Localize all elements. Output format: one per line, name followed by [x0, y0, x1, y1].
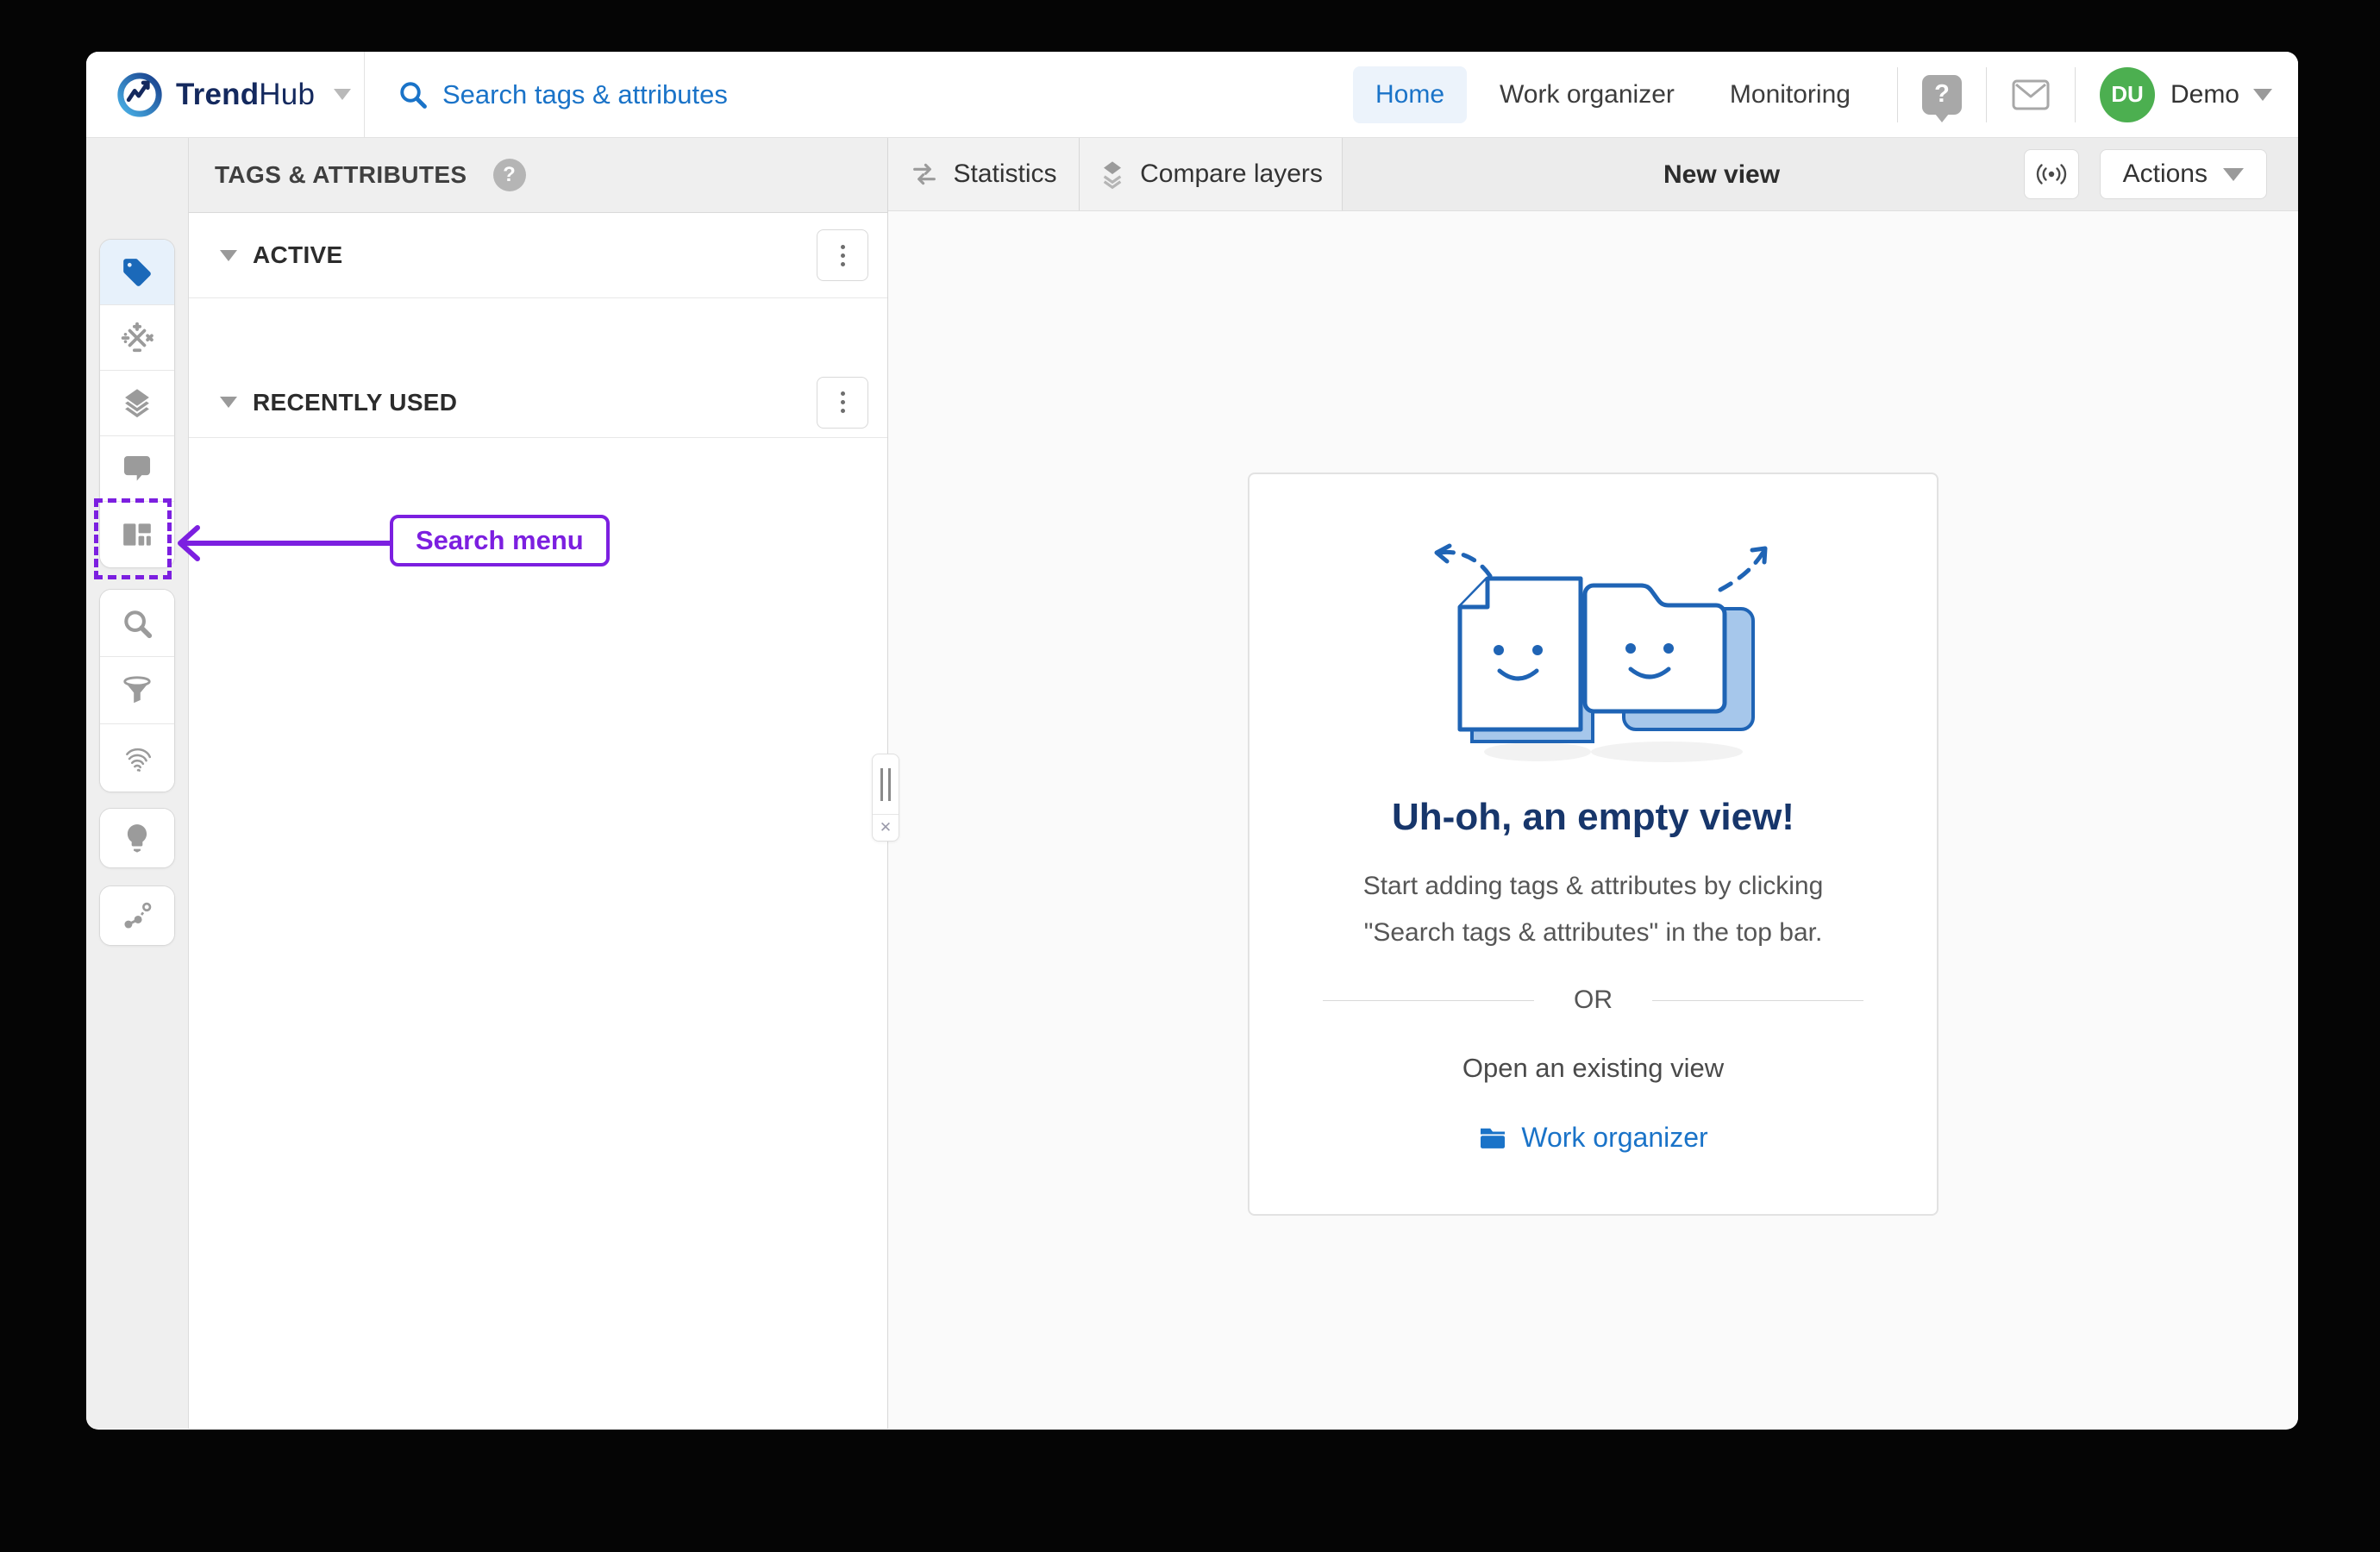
- rail-filter-button[interactable]: [100, 657, 174, 724]
- rail-search-button[interactable]: [100, 590, 174, 657]
- collapse-caret-icon[interactable]: [220, 397, 237, 408]
- or-divider: OR: [1323, 986, 1863, 1015]
- rail-fingerprint-button[interactable]: [100, 724, 174, 792]
- toolbar-actions: Actions: [2024, 138, 2298, 210]
- annotation-label: Search menu: [390, 515, 610, 566]
- top-bar: TrendHub Search tags & attributes Home W…: [86, 52, 2298, 138]
- divider: [1986, 67, 1987, 122]
- compare-layers-icon: [1099, 159, 1126, 190]
- panel-close-button[interactable]: ✕: [873, 815, 899, 841]
- network-icon: [121, 899, 153, 932]
- tag-icon: [121, 256, 153, 289]
- divider: [1897, 67, 1898, 122]
- panel-resize-handle[interactable]: ✕: [872, 754, 899, 842]
- tab-compare-layers[interactable]: Compare layers: [1080, 138, 1343, 210]
- rail-group-connections: [99, 886, 175, 946]
- comment-icon: [121, 453, 153, 485]
- logo-text: TrendHub: [176, 78, 315, 112]
- open-existing-text: Open an existing view: [1250, 1053, 1937, 1084]
- main-view: Statistics Compare layers New view: [888, 138, 2298, 1429]
- top-navigation: Home Work organizer Monitoring ? DU Demo: [1343, 66, 2272, 123]
- tags-attributes-panel: TAGS & ATTRIBUTES ? ACTIVE RECENTLY USED: [188, 138, 888, 1429]
- or-text: OR: [1574, 986, 1613, 1015]
- section-label: ACTIVE: [253, 241, 342, 269]
- empty-state-body: Start adding tags & attributes by clicki…: [1322, 863, 1865, 956]
- panel-header: TAGS & ATTRIBUTES ?: [189, 138, 887, 213]
- layers-icon: [121, 387, 153, 420]
- actions-button[interactable]: Actions: [2100, 149, 2267, 199]
- trendhub-logo-icon: [116, 71, 164, 119]
- empty-state-illustration: [1408, 540, 1779, 764]
- folder-icon: [1478, 1126, 1507, 1150]
- section-active[interactable]: ACTIVE: [189, 213, 887, 298]
- tab-label: Compare layers: [1140, 160, 1323, 189]
- global-search[interactable]: Search tags & attributes: [365, 79, 1343, 110]
- rail-ideas-button[interactable]: [100, 809, 174, 867]
- view-toolbar: Statistics Compare layers New view: [888, 138, 2298, 211]
- tab-statistics[interactable]: Statistics: [888, 138, 1080, 210]
- search-placeholder: Search tags & attributes: [442, 79, 728, 110]
- annotation-arrow: [172, 521, 396, 566]
- filter-icon: [121, 674, 153, 707]
- broadcast-button[interactable]: [2024, 149, 2079, 199]
- logo-text-light: Hub: [259, 78, 315, 111]
- panel-title: TAGS & ATTRIBUTES: [215, 161, 467, 189]
- logo-text-bold: Trend: [176, 78, 259, 111]
- mail-icon[interactable]: [2011, 78, 2051, 111]
- annotation-highlight-box: [94, 498, 172, 579]
- drag-grip-icon[interactable]: [873, 754, 899, 815]
- lightbulb-icon: [121, 822, 153, 854]
- panel-help-icon[interactable]: ?: [493, 159, 526, 191]
- search-menu-icon: [121, 607, 153, 640]
- broadcast-icon: [2034, 161, 2069, 187]
- rail-tags-button[interactable]: [100, 240, 174, 305]
- empty-state-heading: Uh-oh, an empty view!: [1250, 796, 1937, 839]
- formulas-icon: [121, 322, 153, 354]
- rail-layers-button[interactable]: [100, 371, 174, 436]
- avatar[interactable]: DU: [2100, 67, 2155, 122]
- view-title: New view: [1663, 138, 1780, 211]
- collapse-caret-icon[interactable]: [220, 250, 237, 261]
- app-window: TrendHub Search tags & attributes Home W…: [86, 52, 2298, 1430]
- logo-area[interactable]: TrendHub: [86, 52, 365, 137]
- section-menu-button[interactable]: [817, 229, 868, 281]
- actions-caret-icon: [2223, 168, 2244, 181]
- help-icon[interactable]: ?: [1922, 75, 1962, 115]
- rail-comments-button[interactable]: [100, 436, 174, 502]
- section-label: RECENTLY USED: [253, 389, 457, 416]
- icon-rail: [86, 138, 188, 1429]
- search-icon: [398, 79, 429, 110]
- swap-arrows-icon: [910, 160, 939, 189]
- empty-state-card: Uh-oh, an empty view! Start adding tags …: [1248, 472, 1938, 1216]
- nav-home[interactable]: Home: [1353, 66, 1467, 123]
- user-menu-caret-icon[interactable]: [2253, 89, 2272, 101]
- user-name[interactable]: Demo: [2170, 80, 2239, 110]
- section-menu-button[interactable]: [817, 377, 868, 429]
- tab-label: Statistics: [953, 160, 1056, 189]
- fingerprint-icon: [121, 742, 153, 774]
- rail-connections-button[interactable]: [100, 886, 174, 945]
- rail-group-ideas: [99, 808, 175, 868]
- nav-monitoring[interactable]: Monitoring: [1707, 66, 1873, 123]
- rail-group-middle: [99, 589, 175, 792]
- nav-work-organizer[interactable]: Work organizer: [1477, 66, 1697, 123]
- rail-formulas-button[interactable]: [100, 305, 174, 371]
- divider: [2075, 67, 2076, 122]
- actions-label: Actions: [2123, 160, 2208, 189]
- work-organizer-link[interactable]: Work organizer: [1250, 1122, 1937, 1154]
- annotation-text: Search menu: [416, 525, 584, 556]
- work-organizer-label: Work organizer: [1521, 1122, 1707, 1154]
- section-recently-used[interactable]: RECENTLY USED: [189, 367, 887, 438]
- logo-dropdown-caret-icon[interactable]: [334, 89, 351, 100]
